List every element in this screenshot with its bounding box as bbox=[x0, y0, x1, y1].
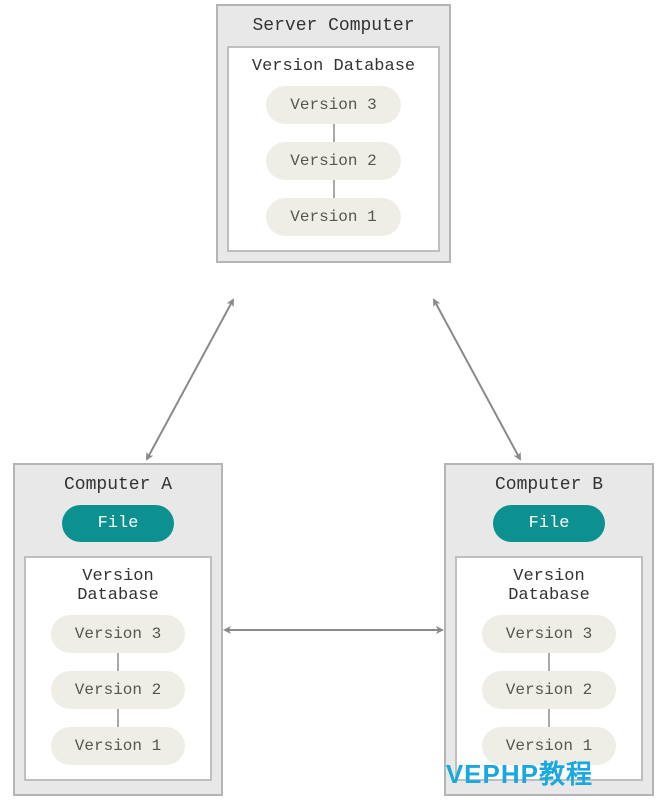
computer-b-box: Computer B File Version Database Version… bbox=[444, 463, 654, 796]
watermark-text: VEPHP教程 bbox=[446, 754, 593, 791]
computer-a-version-1: Version 1 bbox=[51, 727, 185, 765]
server-version-2: Version 2 bbox=[266, 142, 400, 180]
version-connector bbox=[548, 653, 550, 671]
version-connector bbox=[548, 709, 550, 727]
computer-b-file: File bbox=[493, 505, 606, 542]
computer-a-file: File bbox=[62, 505, 175, 542]
version-connector bbox=[117, 653, 119, 671]
computer-a-version-3: Version 3 bbox=[51, 615, 185, 653]
computer-a-title: Computer A bbox=[64, 475, 172, 495]
server-version-3: Version 3 bbox=[266, 86, 400, 124]
version-connector bbox=[333, 180, 335, 198]
computer-b-title: Computer B bbox=[495, 475, 603, 495]
computer-b-version-3: Version 3 bbox=[482, 615, 616, 653]
version-connector bbox=[117, 709, 119, 727]
computer-a-db-title: Version Database bbox=[38, 567, 198, 605]
computer-a-box: Computer A File Version Database Version… bbox=[13, 463, 223, 796]
computer-b-version-2: Version 2 bbox=[482, 671, 616, 709]
version-connector bbox=[333, 124, 335, 142]
server-title: Server Computer bbox=[252, 16, 414, 36]
computer-b-version-database: Version Database Version 3 Version 2 Ver… bbox=[455, 556, 643, 781]
computer-a-version-2: Version 2 bbox=[51, 671, 185, 709]
server-version-database: Version Database Version 3 Version 2 Ver… bbox=[227, 46, 440, 252]
computer-a-version-database: Version Database Version 3 Version 2 Ver… bbox=[24, 556, 212, 781]
server-version-1: Version 1 bbox=[266, 198, 400, 236]
server-computer-box: Server Computer Version Database Version… bbox=[216, 4, 451, 263]
server-db-title: Version Database bbox=[252, 57, 415, 76]
computer-b-db-title: Version Database bbox=[469, 567, 629, 605]
